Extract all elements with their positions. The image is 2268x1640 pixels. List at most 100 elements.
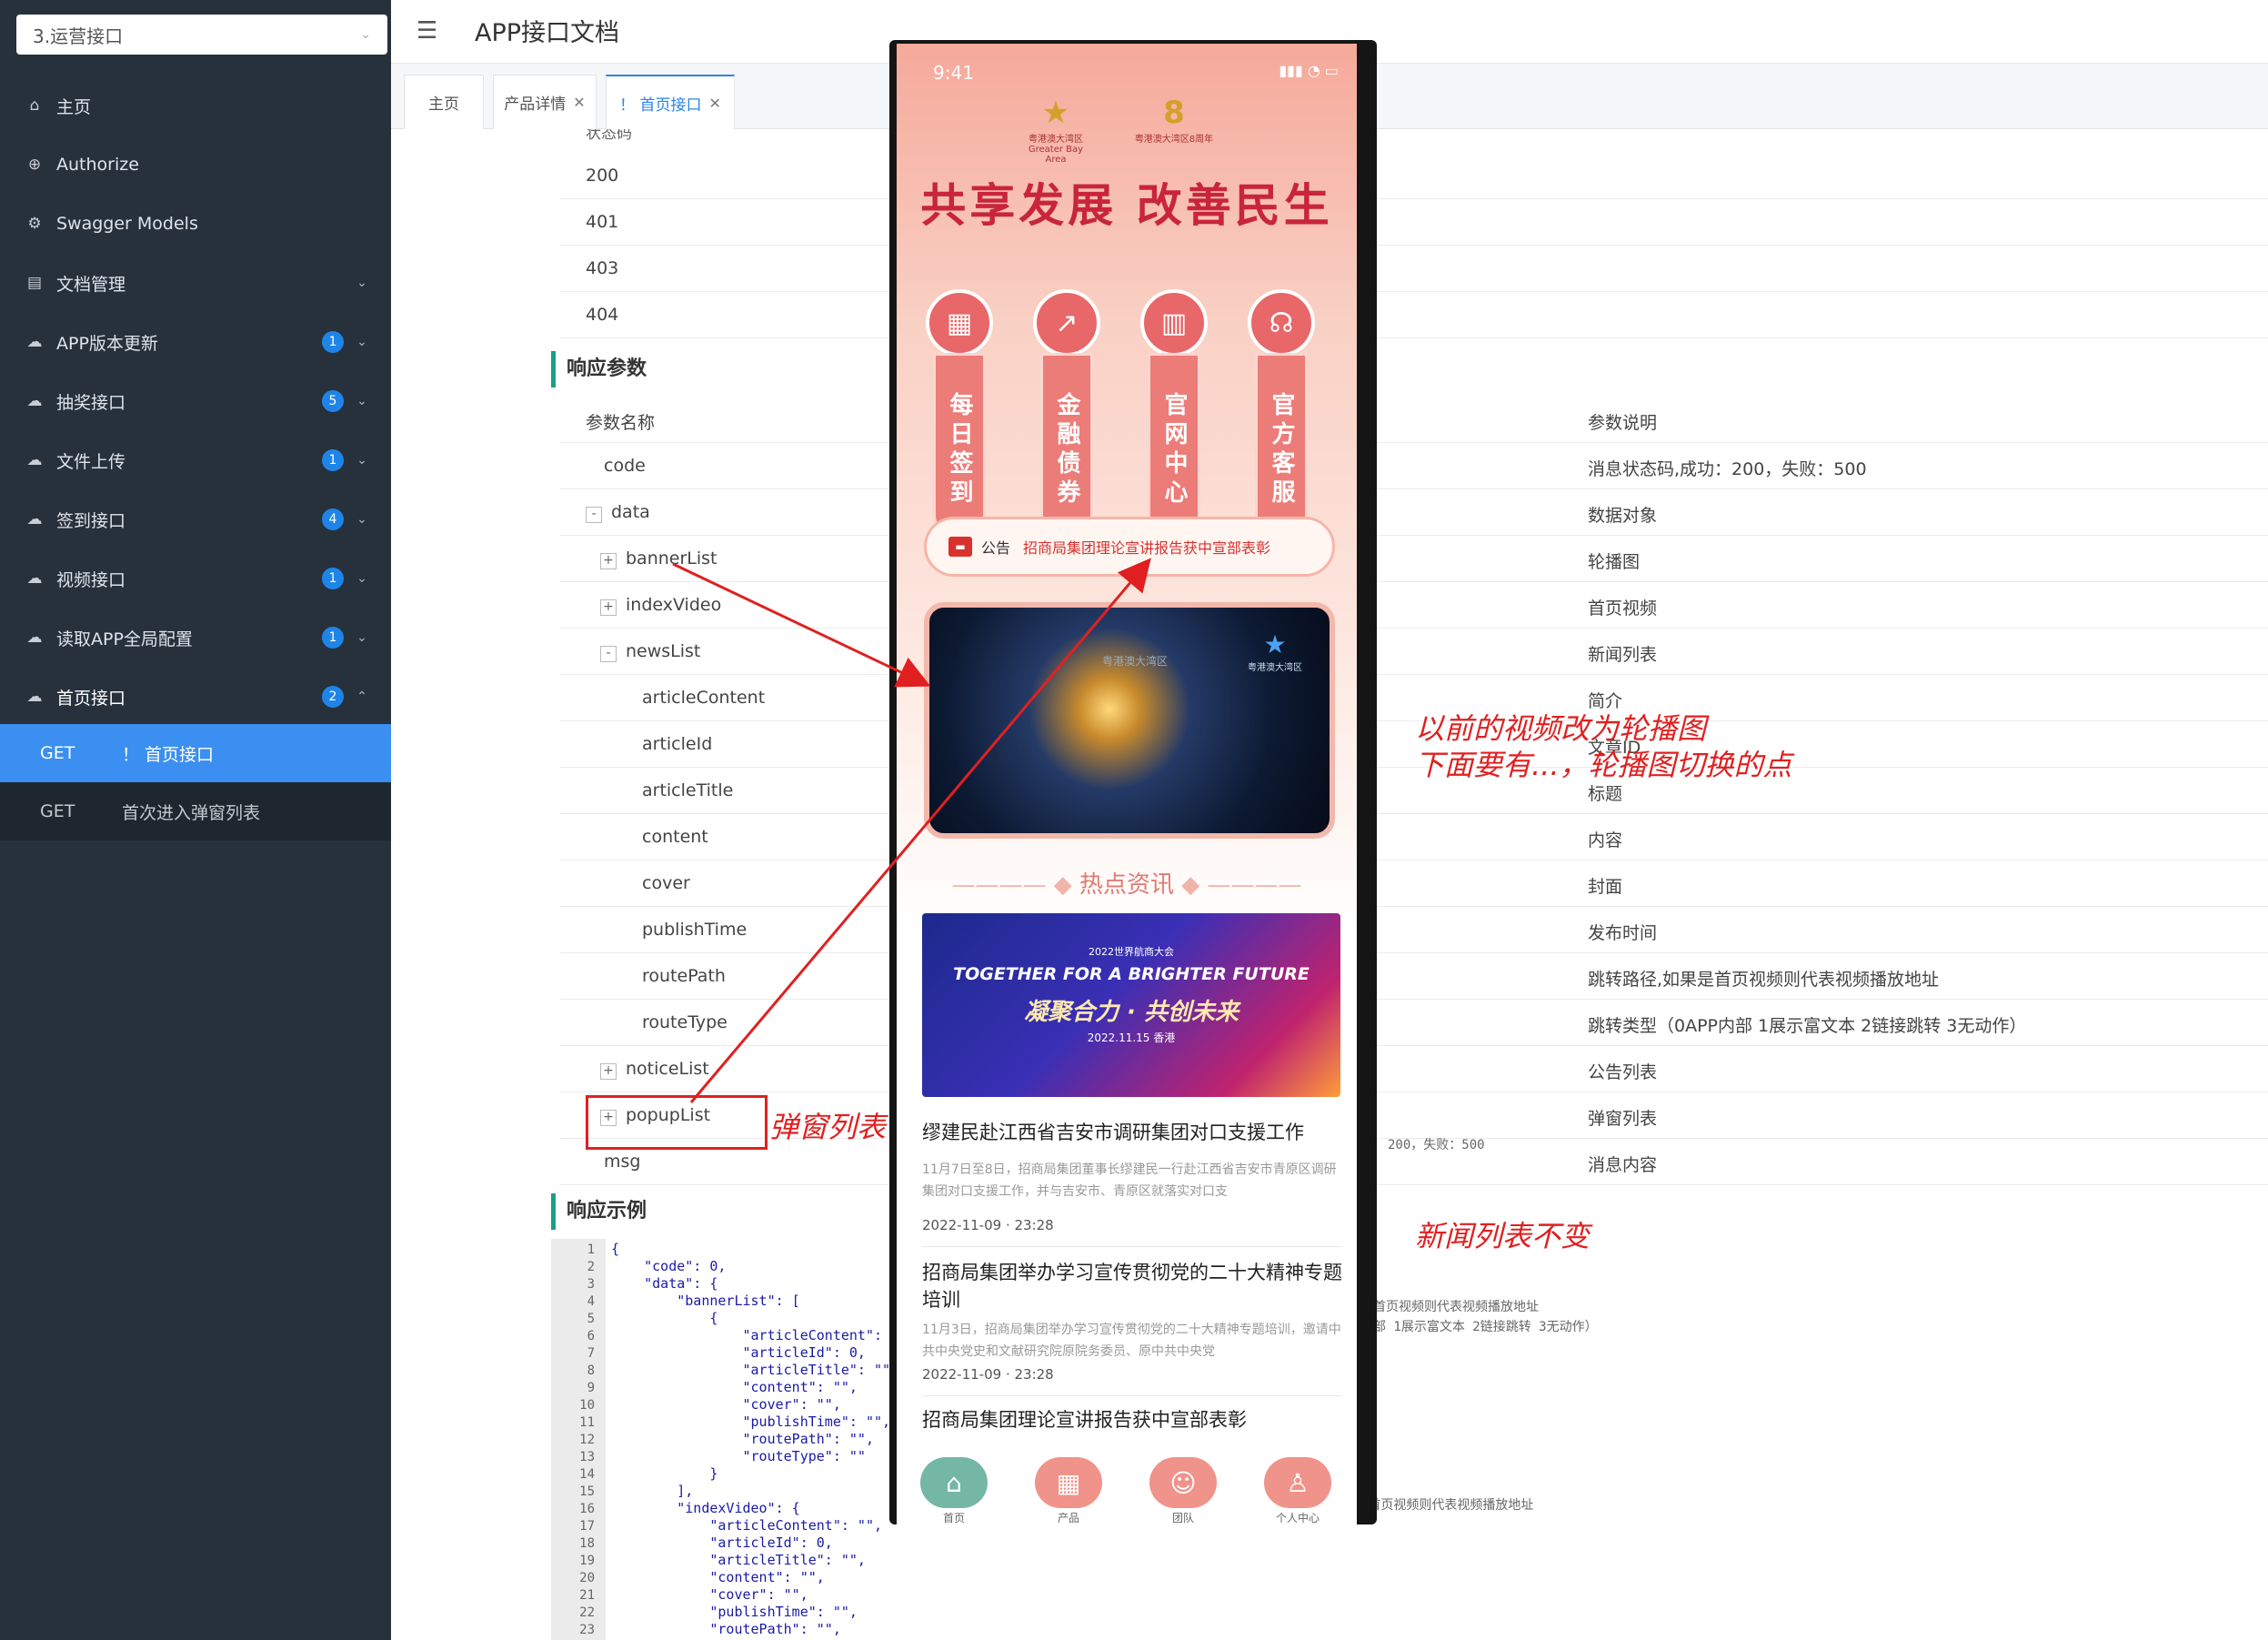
news-image[interactable]: 2022世界航商大会 TOGETHER FOR A BRIGHTER FUTUR… [922, 913, 1340, 1097]
api-item-home[interactable]: GET ！ 首页接口 [0, 724, 391, 782]
news-summary: 11月3日，招商局集团举办学习宣传贯彻党的二十大精神专题培训，邀请中共中央党史和… [922, 1323, 1341, 1359]
notice-bar[interactable]: ▬ 公告 招商局集团理论宣讲报告获中宣部表彰 [924, 517, 1335, 577]
nav-label: 个人中心 [1275, 1512, 1320, 1524]
project-select-value: 3.运营接口 [33, 25, 124, 47]
sidebar-item-7[interactable]: ☁ 签到接口 4 ⌄ [0, 490, 391, 548]
sidebar-item-2[interactable]: ⚙ Swagger Models [0, 195, 391, 253]
news-summary: 11月7日至8日，招商局集团董事长缪建民一行赴江西省吉安市青原区调研集团对口支援… [922, 1162, 1337, 1199]
param-desc: 消息状态码,成功：200，失败：500 [1588, 459, 1867, 479]
count-badge: 1 [322, 331, 344, 353]
news-title[interactable]: 招商局集团举办学习宣传贯彻党的二十大精神专题培训 [922, 1259, 1342, 1313]
code-line: "content": "", [611, 1569, 825, 1585]
user-icon[interactable]: ♙ [1264, 1457, 1331, 1508]
menu-toggle-icon[interactable]: ☰ [416, 18, 442, 44]
code-line: { [611, 1310, 718, 1326]
tab-home-api[interactable]: ！ 首页接口 ✕ [606, 75, 735, 129]
divider [922, 1246, 1342, 1247]
line-number: 21 [579, 1588, 595, 1603]
sidebar-item-3[interactable]: ▤ 文档管理 ⌄ [0, 254, 391, 312]
team-icon[interactable]: ☺ [1149, 1457, 1217, 1508]
param-row: publishTime 发布时间 [560, 907, 2268, 953]
hot-news-header: ———— ◆ 热点资讯 ◆ ———— [897, 866, 1357, 900]
sidebar-item-label: 文件上传 [56, 451, 126, 472]
param-row: articleContent 简介 [560, 675, 2268, 721]
cloud-icon: ☁ [26, 569, 43, 588]
sidebar-item-label: 主页 [56, 96, 92, 117]
home-icon[interactable]: ⌂ [920, 1457, 988, 1508]
sidebar-item-4[interactable]: ☁ APP版本更新 1 ⌄ [0, 313, 391, 371]
param-row: + noticeList 公告列表 [560, 1046, 2268, 1092]
api-item-popup[interactable]: GET 首次进入弹窗列表 [0, 782, 391, 840]
param-name: articleId [642, 734, 713, 754]
sidebar-item-6[interactable]: ☁ 文件上传 1 ⌄ [0, 431, 391, 489]
cloud-icon: ☁ [26, 392, 43, 410]
highlight-box [586, 1095, 768, 1150]
logo-left-en: Greater Bay Area [1028, 145, 1084, 165]
quick-entry-1[interactable]: ↗ 金融债券 [1029, 289, 1104, 535]
param-desc: 轮播图 [1588, 552, 1641, 572]
product-icon[interactable]: ▦ [1035, 1457, 1102, 1508]
news-image-en: TOGETHER FOR A BRIGHTER FUTURE [953, 964, 1310, 984]
quick-entry-3[interactable]: ☊ 官方客服 [1244, 289, 1319, 535]
quick-entry-2[interactable]: ▥ 官网中心 [1137, 289, 1211, 535]
code-line: "code": 0, [611, 1258, 727, 1274]
news-date: 2022-11-09 · 23:28 [922, 1366, 1054, 1383]
news-image-top: 2022世界航商大会 [1089, 946, 1174, 958]
expand-icon[interactable]: + [600, 1063, 617, 1080]
expand-icon[interactable]: + [600, 553, 617, 569]
chevron-down-icon: ⌄ [356, 453, 367, 468]
news-image-date: 2022.11.15 香港 [1087, 1031, 1176, 1044]
collapse-icon[interactable]: - [586, 507, 602, 523]
param-name-cell: routePath [642, 966, 726, 986]
collapse-icon[interactable]: - [600, 646, 617, 662]
code-line: "cover": "", [611, 1396, 841, 1413]
chevron-down-icon: ⌄ [356, 394, 367, 408]
sidebar-item-0[interactable]: ⌂ 主页 [0, 76, 391, 135]
sidebar-item-label: 首页接口 [56, 688, 126, 709]
chart-icon: ↗ [1033, 289, 1100, 357]
divider-line: ———— ◆ [951, 871, 1079, 899]
expand-icon[interactable]: + [600, 599, 617, 616]
count-badge: 1 [322, 568, 344, 589]
news-title[interactable]: 招商局集团理论宣讲报告获中宣部表彰 [922, 1406, 1342, 1434]
line-number: 3 [587, 1277, 595, 1292]
star-logo-icon: ★ [1041, 95, 1070, 131]
news-title[interactable]: 缪建民赴江西省吉安市调研集团对口支援工作 [922, 1119, 1342, 1146]
param-row: articleId 文章ID [560, 721, 2268, 768]
param-name-cell: articleId [642, 734, 712, 754]
param-name-cell: code [604, 456, 646, 476]
param-name: data [611, 502, 650, 522]
param-name: newsList [626, 641, 701, 661]
quick-entry-0[interactable]: ▦ 每日签到 [922, 289, 997, 535]
tab-product-detail[interactable]: 产品详情 ✕ [493, 75, 597, 129]
param-name: routePath [642, 966, 726, 986]
sidebar-item-5[interactable]: ☁ 抽奖接口 5 ⌄ [0, 372, 391, 430]
close-icon[interactable]: ✕ [573, 94, 585, 111]
sidebar-item-10[interactable]: ☁ 首页接口 2 ⌃ [0, 668, 391, 726]
tab-home[interactable]: 主页 [404, 75, 484, 129]
line-number: 4 [587, 1294, 595, 1309]
param-desc: 内容 [1588, 830, 1623, 850]
overlay-note: 部 1展示富文本 2链接跳转 3无动作） [1373, 1320, 1598, 1334]
param-desc: 封面 [1588, 877, 1623, 897]
sidebar-item-1[interactable]: ⊕ Authorize [0, 136, 391, 194]
banner-logo-text: 粤港澳大湾区 [1248, 663, 1302, 673]
nav-label: 团队 [1171, 1512, 1194, 1524]
sidebar-item-8[interactable]: ☁ 视频接口 1 ⌄ [0, 549, 391, 608]
status-code-row: 200 [560, 153, 2268, 199]
code-line: } [611, 1465, 718, 1482]
response-params-title: 响应参数 [551, 351, 647, 387]
param-name-cell: + noticeList [600, 1059, 709, 1080]
param-name: articleContent [642, 688, 766, 708]
sidebar-item-9[interactable]: ☁ 读取APP全局配置 1 ⌄ [0, 609, 391, 667]
chevron-down-icon: ⌄ [356, 512, 367, 527]
param-name-cell: + indexVideo [600, 595, 721, 616]
lock-icon: ⊕ [27, 156, 42, 174]
close-icon[interactable]: ✕ [709, 95, 721, 112]
line-number: 8 [587, 1363, 595, 1378]
project-select[interactable]: 3.运营接口 ⌄ [16, 15, 387, 55]
nav-label: 首页 [942, 1512, 965, 1524]
param-name-cell: publishTime [642, 920, 747, 940]
http-method: GET [40, 801, 75, 821]
banner-carousel[interactable]: ★ 粤港澳大湾区 粤港澳大湾区 [924, 602, 1335, 839]
